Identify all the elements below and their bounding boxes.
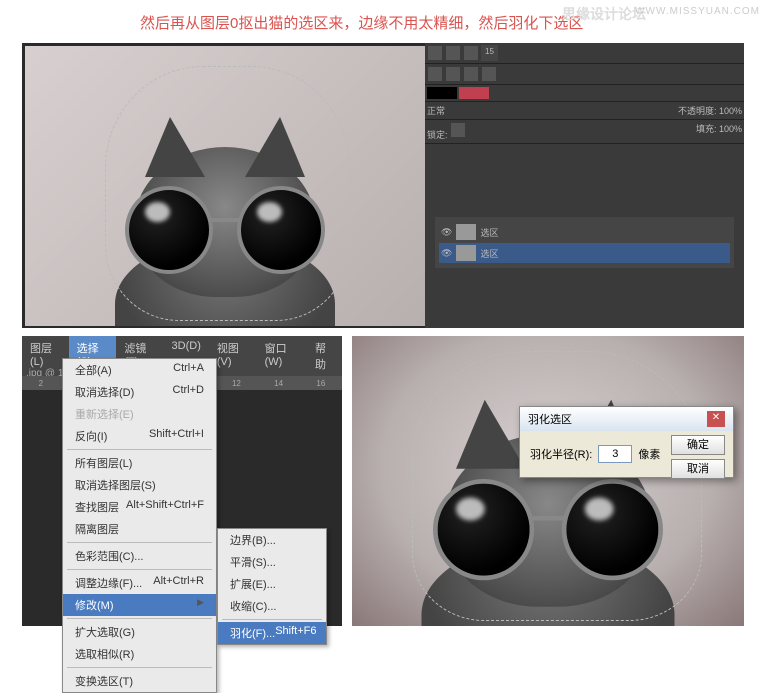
menu-item[interactable]: 全部(A)Ctrl+A xyxy=(63,359,216,381)
close-icon[interactable]: ✕ xyxy=(707,411,725,427)
layer-row[interactable]: 👁 选区 xyxy=(439,243,730,263)
selection-marquee xyxy=(105,66,350,321)
right-panels: 15 正常 不透明度: 100% 锁定: 填充: 100% 👁选区 👁选区 xyxy=(425,43,744,328)
watermark-url: WWW.MISSYUAN.COM xyxy=(635,6,760,17)
cancel-button[interactable]: 取消 xyxy=(671,459,725,479)
feather-radius-input[interactable] xyxy=(598,445,632,463)
opacity-value[interactable]: 100% xyxy=(719,106,742,116)
selection-marquee xyxy=(412,351,702,621)
feather-radius-label: 羽化半径(R): xyxy=(530,446,592,462)
lock-icon[interactable] xyxy=(451,123,465,137)
dialog-title-text: 羽化选区 xyxy=(528,411,572,427)
menu-item[interactable]: 变换选区(T) xyxy=(63,670,216,692)
canvas-area[interactable] xyxy=(25,46,425,326)
color-swatch[interactable] xyxy=(427,87,457,99)
menu-item[interactable]: 选取相似(R) xyxy=(63,643,216,665)
panel-icon[interactable] xyxy=(446,46,460,60)
layer-name: 选区 xyxy=(480,247,498,260)
menu-window[interactable]: 窗口(W) xyxy=(257,336,307,376)
ok-button[interactable]: 确定 xyxy=(671,435,725,455)
lock-label: 锁定 xyxy=(427,130,445,140)
submenu-item[interactable]: 边界(B)... xyxy=(218,529,326,551)
feather-unit: 像素 xyxy=(638,446,660,462)
menu-screenshot: 图层(L) 选择(S) 滤镜(T) 3D(D) 视图(V) 窗口(W) 帮助 .… xyxy=(22,336,342,626)
canvas-feather[interactable]: 羽化选区 ✕ 羽化半径(R): 像素 确定 取消 xyxy=(352,336,744,626)
panel-icon[interactable] xyxy=(446,67,460,81)
modify-submenu: 边界(B)...平滑(S)...扩展(E)...收缩(C)... 羽化(F)...… xyxy=(217,528,327,645)
opacity-label: 不透明度 xyxy=(678,106,714,116)
layer-thumb xyxy=(456,245,476,261)
menu-item[interactable]: 隔离图层 xyxy=(63,518,216,540)
fill-value[interactable]: 100% xyxy=(719,124,742,134)
menu-item[interactable]: 取消选择图层(S) xyxy=(63,474,216,496)
menu-item[interactable]: 查找图层Alt+Shift+Ctrl+F xyxy=(63,496,216,518)
menu-item[interactable]: 所有图层(L) xyxy=(63,452,216,474)
submenu-item[interactable]: 平滑(S)... xyxy=(218,551,326,573)
panel-icon[interactable] xyxy=(428,67,442,81)
fill-label: 填充 xyxy=(696,124,714,134)
submenu-item[interactable]: 扩展(E)... xyxy=(218,573,326,595)
menu-item[interactable]: 调整边缘(F)...Alt+Ctrl+R xyxy=(63,572,216,594)
watermark-forum: 思缘设计论坛 xyxy=(562,4,646,24)
top-screenshot: 15 正常 不透明度: 100% 锁定: 填充: 100% 👁选区 👁选区 xyxy=(22,43,744,328)
eye-icon[interactable]: 👁 xyxy=(441,248,452,259)
feather-dialog: 羽化选区 ✕ 羽化半径(R): 像素 确定 取消 xyxy=(519,406,734,478)
layer-thumb xyxy=(456,224,476,240)
menu-help[interactable]: 帮助 xyxy=(307,336,342,376)
layers-panel: 👁 选区 👁 选区 xyxy=(435,217,734,268)
menu-item[interactable]: 色彩范围(C)... xyxy=(63,545,216,567)
menu-item[interactable]: 重新选择(E) xyxy=(63,403,216,425)
panel-icon[interactable] xyxy=(482,67,496,81)
menu-item[interactable]: 修改(M)▶ xyxy=(63,594,216,616)
select-dropdown: 全部(A)Ctrl+A取消选择(D)Ctrl+D重新选择(E)反向(I)Shif… xyxy=(62,358,217,693)
panel-icon[interactable] xyxy=(464,46,478,60)
color-swatch[interactable] xyxy=(459,87,489,99)
submenu-item[interactable]: 收缩(C)... xyxy=(218,595,326,617)
layer-name: 选区 xyxy=(480,226,498,239)
layer-row[interactable]: 👁 选区 xyxy=(439,222,730,242)
submenu-item[interactable]: 羽化(F)...Shift+F6 xyxy=(218,622,326,644)
panel-icon[interactable] xyxy=(464,67,478,81)
menu-item[interactable]: 取消选择(D)Ctrl+D xyxy=(63,381,216,403)
blend-mode[interactable]: 正常 xyxy=(427,104,445,117)
panel-icon[interactable] xyxy=(428,46,442,60)
menu-item[interactable]: 扩大选取(G) xyxy=(63,621,216,643)
eye-icon[interactable]: 👁 xyxy=(441,227,452,238)
menu-item[interactable]: 反向(I)Shift+Ctrl+I xyxy=(63,425,216,447)
